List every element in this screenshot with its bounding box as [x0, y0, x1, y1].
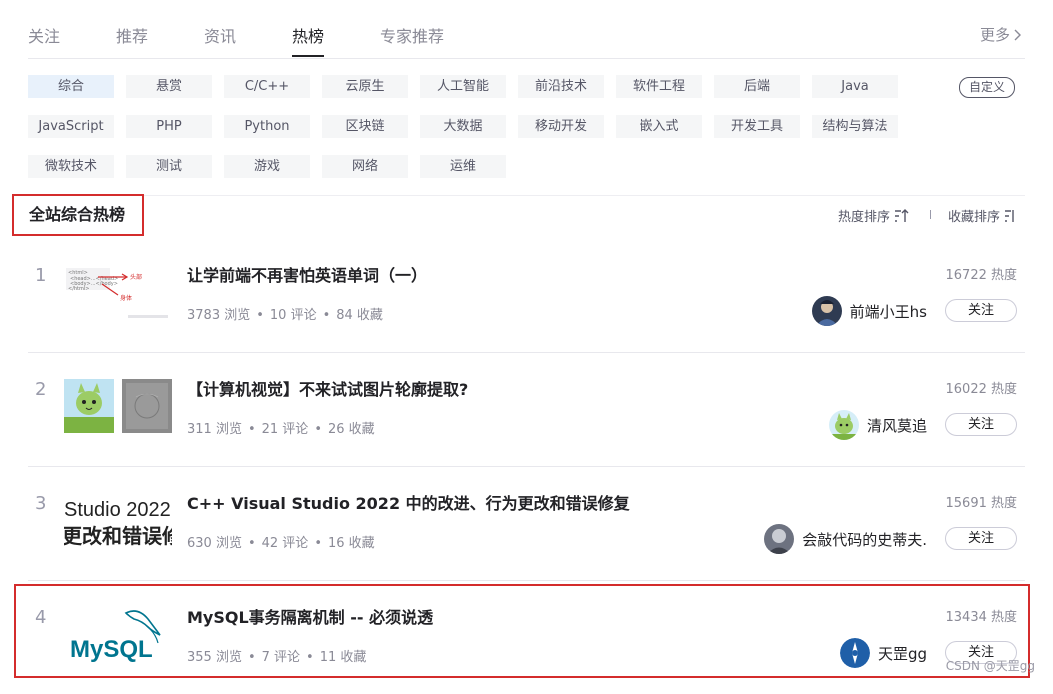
article-stats: 311 浏览 • 21 评论 • 26 收藏: [187, 418, 375, 437]
category-chip[interactable]: 前沿技术: [518, 75, 604, 98]
follow-button[interactable]: 关注: [945, 413, 1017, 436]
chevron-right-icon: [1014, 29, 1021, 40]
separator-dot: •: [247, 422, 256, 437]
article-stats: 630 浏览 • 42 评论 • 16 收藏: [187, 532, 375, 551]
article-thumbnail[interactable]: [64, 377, 172, 437]
view-count: 3783 浏览: [187, 308, 251, 323]
top-tabs: 关注 推荐 资讯 热榜 专家推荐 更多: [28, 0, 1025, 59]
thumbnail-cartoon-image: [64, 379, 172, 433]
avatar: [811, 296, 842, 326]
sort-by-favorites-label: 收藏排序: [948, 210, 1001, 225]
comment-count: 21 评论: [261, 422, 309, 437]
thumbnail-text-image: Studio 2022 更改和错误修: [64, 491, 172, 551]
article-title[interactable]: 【计算机视觉】不来试试图片轮廓提取?: [187, 376, 468, 400]
category-chip[interactable]: 游戏: [224, 155, 310, 178]
highlight-frame: [14, 584, 1030, 678]
sort-by-favorites[interactable]: 收藏排序: [948, 206, 1014, 225]
rank-number: 3: [35, 493, 47, 514]
tab-hot-list[interactable]: 热榜: [292, 23, 325, 57]
category-chip[interactable]: Python: [224, 115, 310, 138]
tab-news[interactable]: 资讯: [204, 23, 236, 47]
active-tab-underline: [292, 55, 325, 57]
author-info[interactable]: 清风莫追: [828, 409, 927, 441]
category-chip[interactable]: Java: [812, 75, 898, 98]
category-chip[interactable]: 网络: [322, 155, 408, 178]
category-chip[interactable]: 综合: [28, 75, 114, 98]
article-thumbnail[interactable]: Studio 2022 更改和错误修: [64, 491, 172, 551]
heat-score: 16722 热度: [945, 268, 1018, 283]
view-count: 630 浏览: [187, 536, 242, 551]
category-chip[interactable]: 大数据: [420, 115, 506, 138]
tab-expert[interactable]: 专家推荐: [380, 23, 444, 47]
article-stats: 3783 浏览 • 10 评论 • 84 收藏: [187, 304, 383, 323]
separator-dot: •: [314, 536, 322, 551]
favorite-count: 16 收藏: [327, 536, 375, 551]
article-title[interactable]: 让学前端不再害怕英语单词（一）: [187, 262, 427, 286]
list-item: 1 <html> <head>...</head> <body>...</bod…: [28, 238, 1025, 353]
thumb1-tag-b: 身体: [120, 294, 132, 302]
separator-dot: •: [256, 308, 264, 323]
tab-follow[interactable]: 关注: [28, 23, 60, 47]
section-header: 全站综合热榜 热度排序 收藏排序: [12, 194, 1025, 238]
article-thumbnail[interactable]: <html> <head>...</head> <body>...</body>…: [64, 263, 172, 323]
follow-button[interactable]: 关注: [945, 299, 1017, 322]
view-count: 311 浏览: [187, 422, 242, 437]
avatar: [764, 524, 795, 554]
category-chip[interactable]: 测试: [126, 155, 212, 178]
favorite-count: 26 收藏: [327, 422, 375, 437]
separator-dot: •: [322, 308, 331, 323]
author-name: 前端小王hs: [849, 302, 927, 321]
avatar: [828, 410, 859, 440]
section-title: 全站综合热榜: [12, 194, 144, 236]
category-chip[interactable]: 人工智能: [420, 75, 506, 98]
category-chip[interactable]: 嵌入式: [616, 115, 702, 138]
thumbnail-code-image: <html> <head>...</head> <body>...</body>…: [64, 263, 172, 323]
category-chip[interactable]: 区块链: [322, 115, 408, 138]
category-chip[interactable]: C/C++: [224, 75, 310, 98]
category-chip[interactable]: 移动开发: [518, 115, 604, 138]
category-chip[interactable]: 后端: [714, 75, 800, 98]
thumb3-line2: 更改和错误修: [64, 524, 172, 548]
sort-by-heat-label: 热度排序: [838, 210, 891, 225]
heat-score: 15691 热度: [945, 496, 1018, 511]
separator-dot: •: [314, 422, 322, 437]
category-chip[interactable]: 结构与算法: [812, 115, 898, 138]
heat-score: 16022 热度: [945, 382, 1018, 397]
sort-by-heat[interactable]: 热度排序: [838, 206, 910, 225]
sort-divider: [930, 210, 931, 219]
rank-number: 1: [35, 265, 47, 286]
category-chip[interactable]: JavaScript: [28, 115, 114, 138]
tab-recommend[interactable]: 推荐: [116, 23, 148, 47]
category-chip[interactable]: 云原生: [322, 75, 408, 98]
author-name: 会敲代码的史蒂夫.: [802, 530, 927, 549]
tab-hot-list-label: 热榜: [292, 27, 325, 46]
category-chip[interactable]: 软件工程: [616, 75, 702, 98]
customize-button[interactable]: 自定义: [959, 77, 1015, 98]
follow-button[interactable]: 关注: [945, 527, 1017, 550]
separator-dot: •: [247, 536, 256, 551]
thumb3-line1: Studio 2022: [64, 499, 171, 521]
rank-number: 2: [35, 379, 47, 400]
author-name: 清风莫追: [866, 416, 927, 435]
comment-count: 10 评论: [269, 308, 317, 323]
category-chip[interactable]: 悬赏: [126, 75, 212, 98]
author-info[interactable]: 前端小王hs: [811, 295, 927, 327]
article-title[interactable]: C++ Visual Studio 2022 中的改进、行为更改和错误修复: [187, 490, 630, 514]
sort-desc-icon: [895, 208, 909, 222]
category-chip[interactable]: PHP: [126, 115, 212, 138]
list-item: 3 Studio 2022 更改和错误修 C++ Visual Studio 2…: [28, 466, 1025, 581]
category-chip[interactable]: 微软技术: [28, 155, 114, 178]
more-link[interactable]: 更多: [980, 24, 1022, 45]
watermark: CSDN @天罡gg: [945, 659, 1035, 673]
more-label: 更多: [979, 26, 1010, 44]
thumb1-line4: </html>: [68, 286, 89, 292]
category-chip[interactable]: 开发工具: [714, 115, 800, 138]
author-info[interactable]: 会敲代码的史蒂夫.: [764, 523, 927, 555]
category-chip[interactable]: 运维: [420, 155, 506, 178]
list-item: 2 【计算机视觉】不来试试图片轮廓提取? 311 浏览 • 21 评论 • 26 收藏 …: [28, 352, 1025, 467]
comment-count: 42 评论: [261, 536, 309, 551]
favorite-count: 84 收藏: [336, 308, 383, 323]
sort-icon: [1005, 209, 1014, 222]
thumb1-tag-a: 头部: [130, 273, 142, 281]
